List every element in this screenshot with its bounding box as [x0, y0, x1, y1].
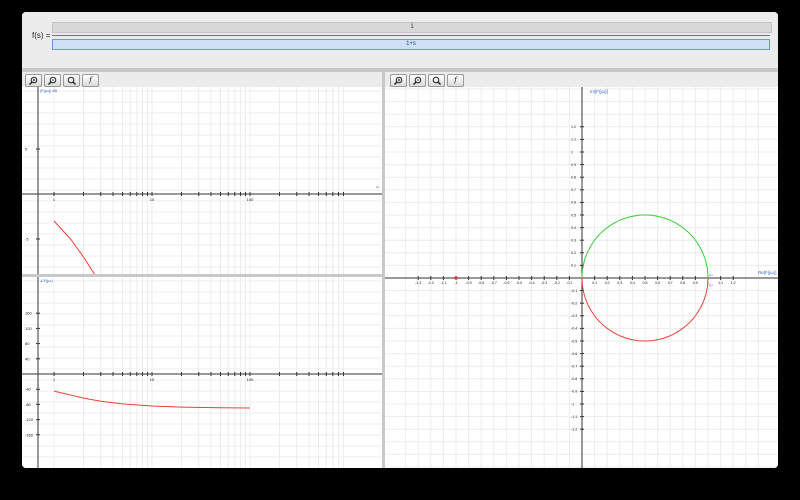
zoom-fit-button[interactable]	[63, 74, 80, 87]
zoom-out-button[interactable]	[44, 74, 61, 87]
bode-magnitude-panel[interactable]: 1101005-5-10|F(jω)| dBω	[22, 87, 382, 321]
zoom-in-button[interactable]	[25, 74, 42, 87]
y-tick-label: 0.5	[571, 213, 576, 217]
y-axis-label: ∠F(jω)	[40, 278, 53, 283]
x-tick-label: -0.2	[554, 281, 560, 285]
x-tick-label: 1.1	[718, 281, 723, 285]
y-axis-label: |F(jω)| dB	[40, 88, 58, 93]
y-tick-label: 40	[25, 356, 30, 361]
x-tick-label: -1.2	[428, 281, 434, 285]
y-tick-label: 0.8	[571, 176, 576, 180]
y-tick-label: 0.2	[571, 251, 576, 255]
y-tick-label: 1.2	[571, 125, 576, 129]
y-tick-label: 80	[25, 341, 30, 346]
data-line	[53, 220, 123, 321]
x-tick-label: 0.7	[668, 281, 673, 285]
y-tick-label: 0.1	[571, 264, 576, 268]
x-tick-label: -0.6	[503, 281, 509, 285]
x-tick-label: 0.6	[655, 281, 660, 285]
x-tick-label: -1	[454, 281, 457, 285]
y-tick-label: -0.8	[571, 377, 577, 381]
x-tick-label: 0.5	[643, 281, 648, 285]
bode-toolbar: f	[22, 72, 382, 87]
y-tick-label: -0.5	[571, 339, 577, 343]
zoom-out-icon	[48, 76, 57, 85]
x-tick-label: -1.1	[440, 281, 446, 285]
zoom-out-button[interactable]	[409, 74, 426, 87]
y-tick-label: -0.9	[571, 390, 577, 394]
zoom-in-button[interactable]	[390, 74, 407, 87]
fraction-bar	[52, 35, 770, 36]
y-tick-label: -80	[25, 402, 32, 407]
x-tick-label: -0.4	[528, 281, 534, 285]
y-tick-label: 1.1	[571, 138, 576, 142]
x-tick-label: 1.2	[731, 281, 736, 285]
y-tick-label: 5	[25, 147, 28, 152]
x-axis-label: ω	[376, 184, 379, 189]
x-tick-label: -0.9	[465, 281, 471, 285]
endpoint-label: 0+	[709, 284, 713, 288]
x-tick-label: -0.1	[566, 281, 572, 285]
x-tick-label: -0.3	[541, 281, 547, 285]
app-window: f(s) = 1 1+s f f 1101005-5-10|F(jω)| dB	[22, 12, 778, 468]
nyquist-toolbar: f	[385, 72, 778, 87]
x-tick-label: 0.1	[592, 281, 597, 285]
x-tick-label: 0.2	[605, 281, 610, 285]
x-tick-label: -0.7	[491, 281, 497, 285]
function-label: f(s) =	[32, 31, 51, 40]
y-tick-label: -40	[25, 387, 32, 392]
y-tick-label: -0.3	[571, 314, 577, 318]
nyquist-panel[interactable]: -1.3 -1.2 -1.1 -1 -0.9 -0.8 -0.7 -0.6 -0.5 -0.4 -0…	[385, 87, 778, 468]
x-tick-label: 0.4	[630, 281, 635, 285]
y-tick-label: 0.3	[571, 239, 576, 243]
y-tick-label: -0.4	[571, 327, 577, 331]
zoom-in-icon	[394, 76, 403, 85]
x-tick-label: -0.8	[478, 281, 484, 285]
y-tick-label: 0.6	[571, 201, 576, 205]
x-tick-label: -1.3	[415, 281, 421, 285]
y-tick-label: -160	[25, 432, 34, 437]
function-entry-bar: f(s) = 1 1+s	[22, 12, 778, 69]
x-axis-label: Re[F(jω)]	[758, 270, 777, 275]
function-button[interactable]: f	[447, 74, 464, 87]
bode-phase-plot: 1 10 1001601208040-40-80-120-160∠F(jω)	[22, 277, 382, 468]
zoom-fit-button[interactable]	[428, 74, 445, 87]
y-tick-label: 160	[25, 311, 32, 316]
zoom-out-icon	[413, 76, 422, 85]
denominator-field[interactable]: 1+s	[52, 39, 770, 50]
x-tick-label: 10	[150, 197, 155, 202]
x-tick-label: 100	[247, 197, 254, 202]
numerator-field[interactable]: 1	[52, 22, 772, 33]
x-tick-label: 100	[247, 377, 254, 382]
y-tick-label: -5	[25, 237, 29, 242]
zoom-in-icon	[29, 76, 38, 85]
nyquist-plot: -1.3 -1.2 -1.1 -1 -0.9 -0.8 -0.7 -0.6 -0.5 -0.4 -0…	[385, 87, 778, 468]
y-tick-label: -1	[571, 402, 574, 406]
x-tick-label: 0.9	[693, 281, 698, 285]
y-tick-label: -1.1	[571, 415, 577, 419]
y-tick-label: -0.2	[571, 302, 577, 306]
y-tick-label: 0.4	[571, 226, 576, 230]
magnifier-icon	[67, 76, 76, 85]
y-tick-label: 0.7	[571, 188, 576, 192]
y-tick-label: 0.9	[571, 163, 576, 167]
critical-point	[454, 276, 458, 280]
y-tick-label: -0.6	[571, 352, 577, 356]
function-button[interactable]: f	[82, 74, 99, 87]
x-tick-label: 0.3	[617, 281, 622, 285]
endpoint-label: 0+	[709, 273, 713, 277]
y-tick-label: 1	[571, 150, 573, 154]
y-tick-label: -1.2	[571, 428, 577, 432]
y-tick-label: -0.1	[571, 289, 577, 293]
y-tick-label: -120	[25, 417, 34, 422]
bode-magnitude-plot: 1101005-5-10|F(jω)| dBω	[22, 87, 382, 321]
y-tick-label: 120	[25, 326, 32, 331]
y-axis-label: Im[F(jω)]	[590, 89, 608, 94]
y-tick-label: -0.7	[571, 365, 577, 369]
magnifier-icon	[432, 76, 441, 85]
x-tick-label: 0.8	[680, 281, 685, 285]
x-tick-label: -0.5	[516, 281, 522, 285]
bode-phase-panel[interactable]: 1 10 100 160 120 80 40 -40 -80 -120 -160 ∠F(jω)	[22, 277, 382, 468]
x-tick-label: 10	[150, 377, 155, 382]
